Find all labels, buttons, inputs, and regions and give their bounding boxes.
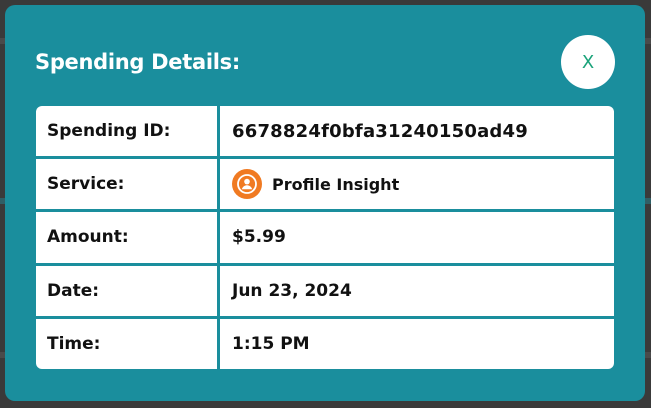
amount-value: $5.99 bbox=[220, 212, 614, 263]
user-circle-icon bbox=[232, 169, 262, 200]
spending-id-label: Spending ID: bbox=[36, 106, 217, 157]
time-label: Time: bbox=[36, 318, 217, 369]
service-value: Profile Insight bbox=[220, 159, 614, 210]
date-label: Date: bbox=[36, 265, 217, 316]
amount-label: Amount: bbox=[36, 212, 217, 263]
date-value: Jun 23, 2024 bbox=[220, 265, 614, 316]
spending-id-value: 6678824f0bfa31240150ad49 bbox=[220, 106, 614, 157]
time-value: 1:15 PM bbox=[220, 318, 614, 369]
spending-details-modal: Spending Details: X Spending ID: 6678824… bbox=[5, 5, 645, 401]
service-name: Profile Insight bbox=[272, 174, 400, 194]
close-button[interactable]: X bbox=[561, 35, 615, 89]
modal-title: Spending Details: bbox=[35, 50, 240, 74]
service-label: Service: bbox=[36, 159, 217, 210]
details-table: Spending ID: 6678824f0bfa31240150ad49 Se… bbox=[36, 106, 614, 369]
